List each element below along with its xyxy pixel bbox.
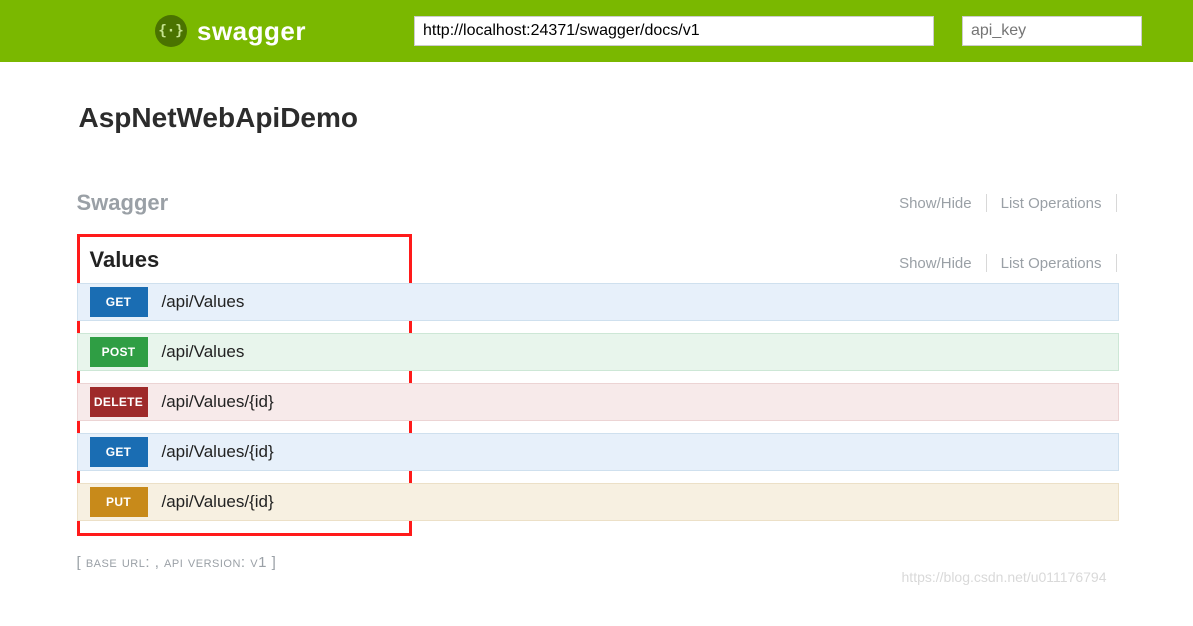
swagger-icon: {·} — [155, 15, 187, 47]
show-hide-link[interactable]: Show/Hide — [885, 255, 986, 272]
operation-row[interactable]: POST /api/Values — [90, 333, 399, 371]
brand-logo[interactable]: {·} swagger — [155, 15, 306, 47]
method-badge-put: PUT — [90, 487, 148, 517]
method-badge-post: POST — [90, 337, 148, 367]
method-badge-get: GET — [90, 287, 148, 317]
main-content: AspNetWebApiDemo Swagger Show/Hide List … — [77, 62, 1117, 591]
section-values-title: Values — [90, 247, 160, 273]
section-values-actions: Show/Hide List Operations — [885, 254, 1116, 272]
section-swagger-actions: Show/Hide List Operations — [885, 194, 1116, 212]
section-swagger-title: Swagger — [77, 190, 169, 216]
operations-list: GET /api/Values POST /api/Values DELETE — [90, 283, 399, 521]
operation-row[interactable]: GET /api/Values — [90, 283, 399, 321]
operation-row[interactable]: DELETE /api/Values/{id} — [90, 383, 399, 421]
show-hide-link[interactable]: Show/Hide — [885, 195, 986, 212]
api-key-input[interactable] — [962, 16, 1142, 46]
top-header: {·} swagger — [0, 0, 1193, 62]
list-operations-link[interactable]: List Operations — [987, 255, 1116, 272]
section-values-wrap: Show/Hide List Operations Values GET /ap… — [77, 234, 1117, 536]
operation-row[interactable]: PUT /api/Values/{id} — [90, 483, 399, 521]
operation-path[interactable]: /api/Values/{id} — [162, 492, 274, 512]
header-inner: {·} swagger — [0, 15, 1193, 47]
docs-url-input[interactable] — [414, 16, 934, 46]
operation-path[interactable]: /api/Values — [162, 342, 245, 362]
section-values-header[interactable]: Values — [90, 247, 399, 273]
operation-path[interactable]: /api/Values/{id} — [162, 392, 274, 412]
operation-row[interactable]: GET /api/Values/{id} — [90, 433, 399, 471]
operation-path[interactable]: /api/Values — [162, 292, 245, 312]
list-operations-link[interactable]: List Operations — [987, 195, 1116, 212]
method-badge-delete: DELETE — [90, 387, 148, 417]
api-title: AspNetWebApiDemo — [79, 102, 1117, 134]
watermark-text: https://blog.csdn.net/u011176794 — [902, 569, 1107, 585]
divider — [1116, 254, 1117, 272]
operation-path[interactable]: /api/Values/{id} — [162, 442, 274, 462]
section-swagger-header[interactable]: Swagger Show/Hide List Operations — [77, 184, 1117, 224]
highlight-values-box: Values GET /api/Values POST /api/Values — [77, 234, 412, 536]
method-badge-get: GET — [90, 437, 148, 467]
divider — [1116, 194, 1117, 212]
brand-text: swagger — [197, 16, 306, 47]
